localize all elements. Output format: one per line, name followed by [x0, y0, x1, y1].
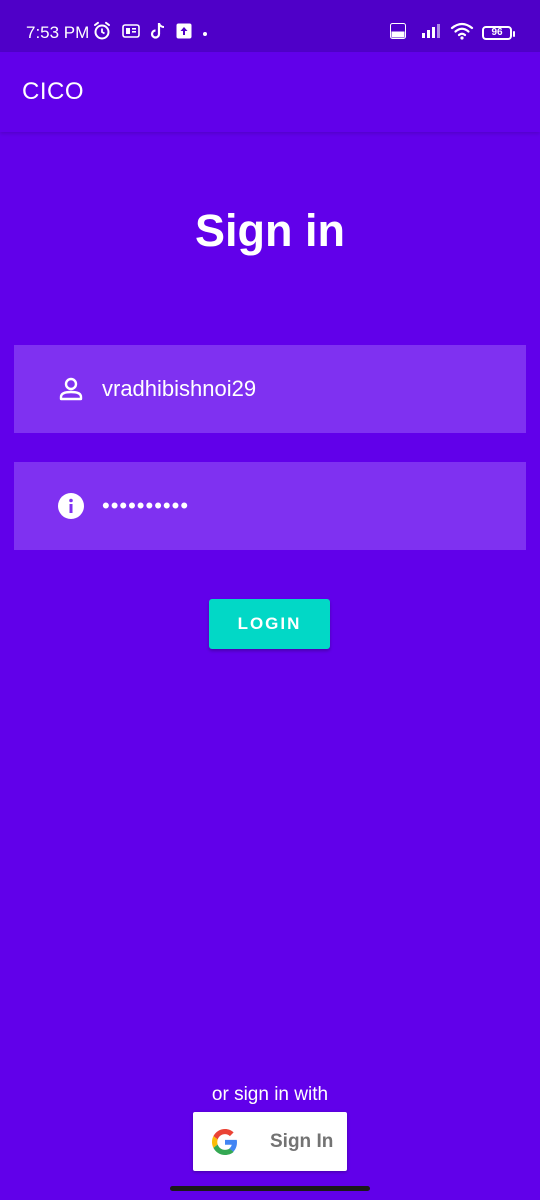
status-time: 7:53 PM [26, 23, 90, 42]
password-field[interactable] [14, 462, 526, 550]
nav-handle[interactable] [170, 1186, 370, 1191]
username-input[interactable] [102, 369, 502, 409]
app-bar: CICO [0, 52, 540, 132]
alarm-icon [92, 21, 112, 46]
status-bar: 7:53 PM 96 [0, 0, 540, 52]
message-icon [122, 23, 140, 43]
username-field[interactable] [14, 345, 526, 433]
app-title: CICO [22, 78, 84, 105]
battery-icon: 96 [482, 26, 515, 40]
status-right-icons: 96 [390, 22, 515, 45]
signal-icon [414, 22, 442, 45]
battery-level: 96 [491, 27, 503, 38]
page-title: Sign in [195, 205, 345, 256]
google-icon [212, 1129, 238, 1155]
volte-icon [390, 22, 406, 44]
google-signin-button[interactable]: Sign In [193, 1112, 347, 1171]
dot-icon [202, 24, 208, 42]
wifi-icon [450, 22, 474, 45]
person-icon [58, 376, 84, 402]
info-icon [58, 493, 84, 519]
google-signin-label: Sign In [270, 1131, 334, 1152]
password-input[interactable] [102, 486, 502, 526]
alt-signin-text: or sign in with [211, 1084, 329, 1105]
status-left-icons [92, 21, 208, 46]
tiktok-icon [150, 22, 166, 45]
login-button[interactable]: LOGIN [209, 599, 330, 649]
upload-icon [176, 23, 192, 44]
